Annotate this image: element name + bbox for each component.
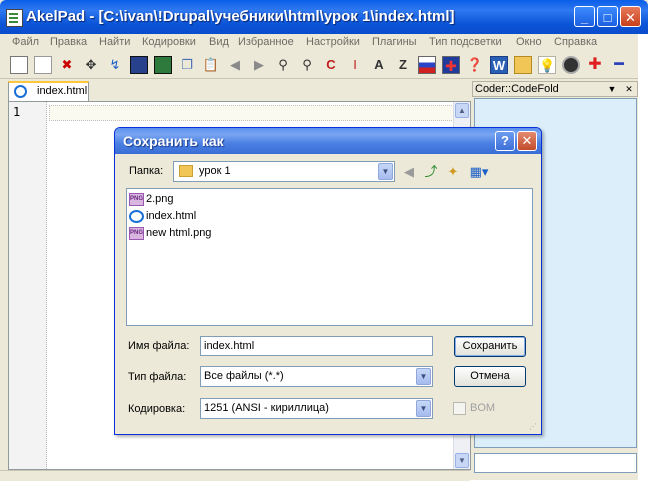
menu-help[interactable]: Справка — [554, 36, 597, 48]
bulb-icon[interactable]: 💡 — [538, 56, 556, 74]
current-line-highlight — [49, 105, 454, 121]
menu-file[interactable]: Файл — [12, 36, 39, 48]
copy-doc-icon[interactable] — [34, 56, 52, 74]
menu-window[interactable]: Окно — [516, 36, 542, 48]
help-icon[interactable]: ❓ — [466, 56, 484, 74]
dialog-title-bar[interactable]: Сохранить как ? ✕ — [115, 128, 541, 154]
cursor-icon[interactable]: I — [346, 56, 364, 74]
save-all-icon[interactable] — [154, 56, 172, 74]
dialog-help-button[interactable]: ? — [495, 131, 515, 151]
chevron-down-icon[interactable]: ▼ — [416, 368, 431, 385]
view-menu-icon[interactable]: ▦▾ — [468, 163, 490, 181]
minus-icon[interactable]: ━ — [610, 56, 628, 74]
menu-settings[interactable]: Настройки — [306, 36, 360, 48]
window-title: AkelPad - [C:\ivan\!Drupal\учебники\html… — [26, 8, 455, 25]
save-as-dialog: Сохранить как ? ✕ Папка: урок 1 ▼ ◀ ⤴ ✦ … — [114, 127, 542, 435]
file-name: new html.png — [146, 227, 212, 239]
line-number: 1 — [13, 105, 21, 119]
filename-value: index.html — [204, 340, 255, 352]
menu-find[interactable]: Найти — [99, 36, 130, 48]
menu-encodings[interactable]: Кодировки — [142, 36, 196, 48]
codefold-header: Coder::CodeFold ▼ ✕ — [472, 81, 638, 97]
filename-input[interactable]: index.html — [200, 336, 433, 356]
akelpad-app-icon[interactable] — [6, 9, 23, 27]
color-icon[interactable]: C — [322, 56, 340, 74]
menu-favorites[interactable]: Избранное — [238, 36, 294, 48]
encoding-value: 1251 (ANSI - кириллица) — [204, 402, 329, 414]
encoding-select[interactable]: 1251 (ANSI - кириллица) ▼ — [200, 398, 433, 419]
plus-icon[interactable]: ✚ — [586, 56, 604, 74]
panel-dropdown-icon[interactable]: ▼ — [605, 83, 619, 95]
dialog-title: Сохранить как — [123, 133, 224, 149]
filename-label: Имя файла: — [128, 340, 190, 352]
status-bar — [0, 470, 470, 481]
copy-icon[interactable]: ❐ — [178, 56, 196, 74]
cancel-button[interactable]: Отмена — [454, 366, 526, 387]
scroll-up-arrow-icon[interactable]: ▲ — [455, 103, 469, 118]
close-doc-icon[interactable]: ✖ — [58, 56, 76, 74]
png-file-icon: PNG — [129, 227, 144, 240]
close-button[interactable]: ✕ — [620, 6, 641, 27]
file-list[interactable]: PNG 2.png index.html PNG new html.png — [126, 188, 533, 326]
flag-ru-icon[interactable] — [418, 56, 436, 74]
goto-icon[interactable]: ↯ — [106, 56, 124, 74]
look-in-value: урок 1 — [199, 165, 231, 177]
tab-label: index.html — [37, 85, 88, 97]
save-icon[interactable] — [130, 56, 148, 74]
back-icon[interactable]: ◀ — [226, 56, 244, 74]
html-file-icon — [129, 210, 144, 223]
new-folder-icon[interactable]: ✦ — [444, 163, 462, 181]
codefold-title: Coder::CodeFold — [475, 83, 559, 95]
maximize-button[interactable]: □ — [597, 6, 618, 27]
title-bar[interactable]: AkelPad - [C:\ivan\!Drupal\учебники\html… — [0, 0, 648, 34]
dialog-close-button[interactable]: ✕ — [517, 131, 537, 151]
replace-icon[interactable]: ⚲ — [298, 56, 316, 74]
back-arrow-icon[interactable]: ◀ — [400, 163, 418, 181]
word-icon[interactable]: W — [490, 56, 508, 74]
speaker-icon[interactable] — [562, 56, 580, 74]
menu-edit[interactable]: Правка — [50, 36, 87, 48]
file-name: 2.png — [146, 193, 174, 205]
ie-icon — [14, 85, 27, 98]
line-number-gutter: 1 — [9, 102, 47, 469]
akelpad-window: AkelPad - [C:\ivan\!Drupal\учебники\html… — [0, 0, 648, 481]
look-in-label: Папка: — [129, 165, 164, 177]
encoding-label: Кодировка: — [128, 403, 186, 415]
menu-syntax-type[interactable]: Тип подсветки — [429, 36, 502, 48]
find-icon[interactable]: ⚲ — [274, 56, 292, 74]
paste-icon[interactable]: 📋 — [202, 56, 220, 74]
file-name: index.html — [146, 210, 197, 222]
background-strip — [638, 34, 648, 480]
folder-icon — [179, 165, 193, 177]
png-file-icon: PNG — [129, 193, 144, 206]
chevron-down-icon[interactable]: ▼ — [378, 163, 393, 180]
tab-index-html[interactable]: index.html — [8, 81, 89, 101]
menu-bar: Файл Правка Найти Кодировки Вид Избранно… — [0, 34, 648, 53]
save-button[interactable]: Сохранить — [454, 336, 526, 357]
minimize-button[interactable]: _ — [574, 6, 595, 27]
look-in-select[interactable]: урок 1 ▼ — [173, 161, 395, 182]
filetype-label: Тип файла: — [128, 371, 187, 383]
panel-close-icon[interactable]: ✕ — [622, 83, 636, 95]
filetype-select[interactable]: Все файлы (*.*) ▼ — [200, 366, 433, 387]
bom-checkbox[interactable] — [453, 402, 466, 415]
chevron-down-icon[interactable]: ▼ — [416, 400, 431, 417]
flag-uk-icon[interactable]: ✚ — [442, 56, 460, 74]
forward-icon[interactable]: ▶ — [250, 56, 268, 74]
move-icon[interactable]: ✥ — [82, 56, 100, 74]
sort-icon[interactable]: Z — [394, 56, 412, 74]
tab-bar: index.html — [0, 79, 470, 101]
filetype-value: Все файлы (*.*) — [204, 370, 284, 382]
menu-plugins[interactable]: Плагины — [372, 36, 417, 48]
up-folder-icon[interactable]: ⤴ — [422, 163, 440, 181]
folder-icon[interactable] — [514, 56, 532, 74]
case-icon[interactable]: A — [370, 56, 388, 74]
menu-view[interactable]: Вид — [209, 36, 229, 48]
new-icon[interactable] — [10, 56, 28, 74]
scroll-down-arrow-icon[interactable]: ▼ — [455, 453, 469, 468]
resize-grip-icon[interactable]: ⋰ — [529, 422, 539, 432]
toolbar: ✖ ✥ ↯ ❐ 📋 ◀ ▶ ⚲ ⚲ C I A Z ✚ ❓ W 💡 ✚ ━ — [0, 52, 648, 79]
bom-label: BOM — [470, 402, 496, 414]
codefold-filter-input[interactable] — [474, 453, 637, 473]
